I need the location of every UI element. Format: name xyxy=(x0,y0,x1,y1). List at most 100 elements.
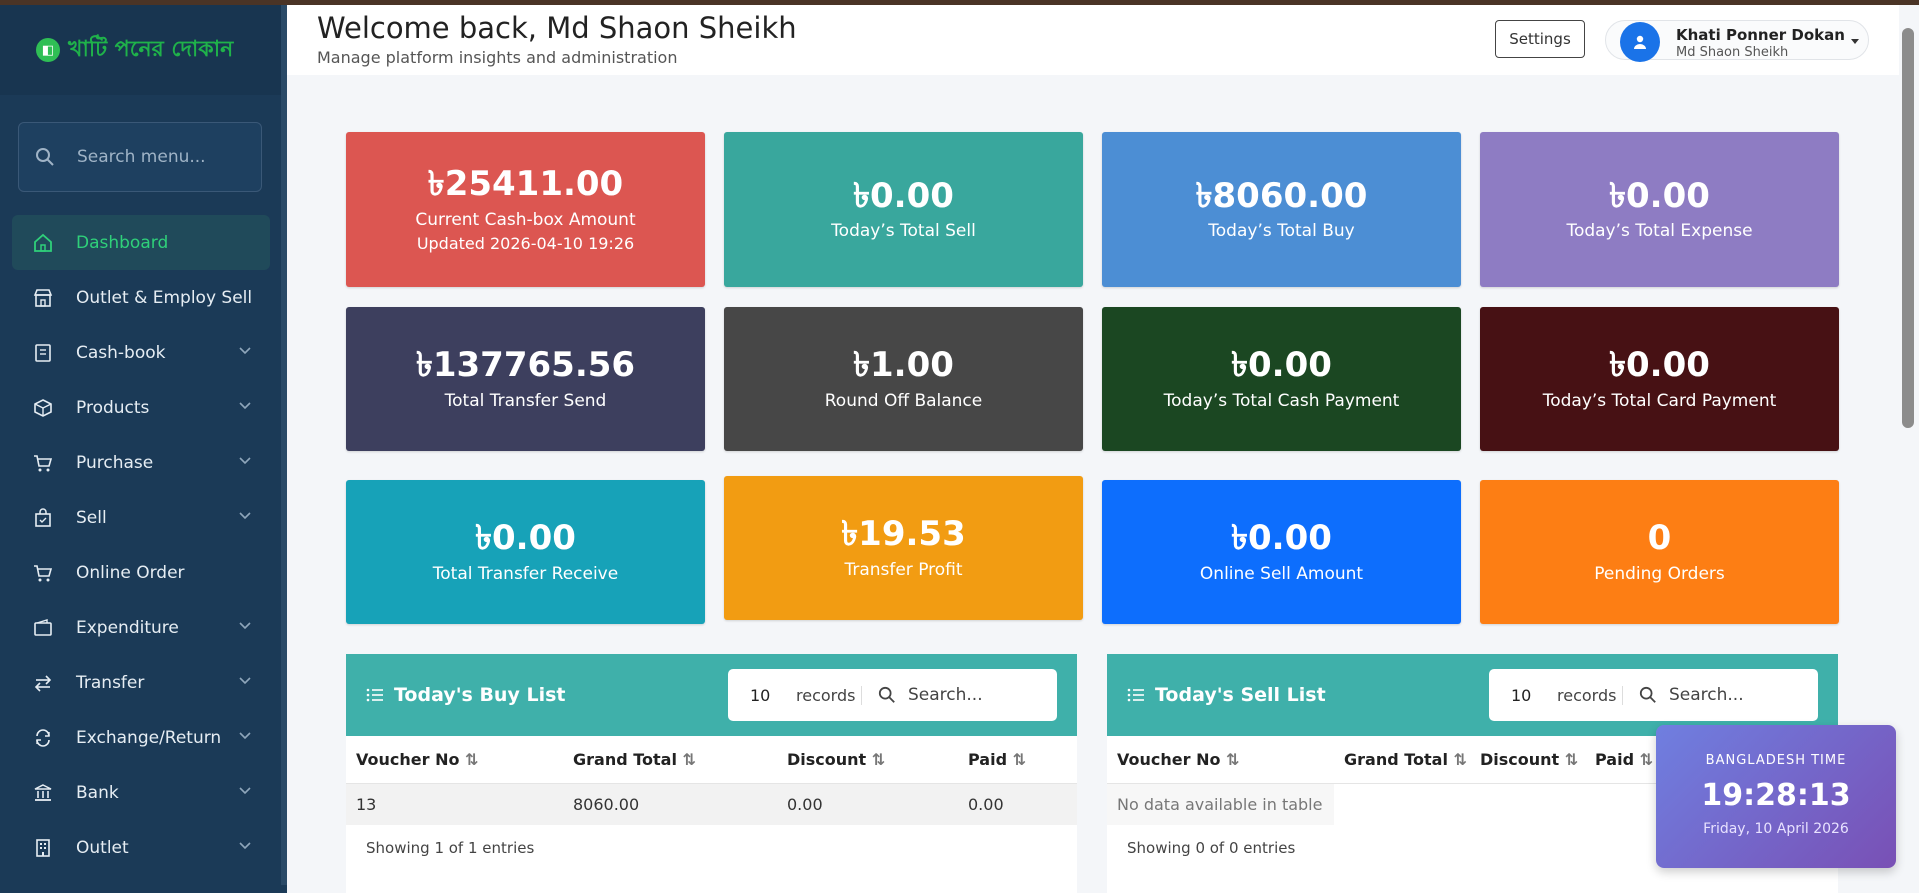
stat-label: Today’s Total Cash Payment xyxy=(1163,390,1400,411)
stat-card-pending-orders[interactable]: 0 Pending Orders xyxy=(1480,480,1839,624)
stat-card-total-expense[interactable]: ৳0.00 Today’s Total Expense xyxy=(1480,132,1839,287)
clock-time: 19:28:13 xyxy=(1701,778,1851,813)
home-icon xyxy=(32,232,54,254)
stat-card-round-off[interactable]: ৳1.00 Round Off Balance xyxy=(724,307,1083,451)
settings-button[interactable]: Settings xyxy=(1495,20,1585,58)
sidebar-item-purchase[interactable]: Purchase xyxy=(12,435,270,490)
cell-voucher-no: 13 xyxy=(346,783,563,825)
sidebar-item-products[interactable]: Products xyxy=(12,380,270,435)
stat-card-transfer-receive[interactable]: ৳0.00 Total Transfer Receive xyxy=(346,480,705,624)
stat-value: ৳0.00 xyxy=(1609,175,1710,216)
cart-icon xyxy=(32,562,54,584)
stat-card-transfer-send[interactable]: ৳137765.56 Total Transfer Send xyxy=(346,307,705,451)
stat-value: ৳0.00 xyxy=(1231,345,1332,386)
column-header-discount[interactable]: Discount ⇅ xyxy=(777,736,958,784)
stat-card-card-payment[interactable]: ৳0.00 Today’s Total Card Payment xyxy=(1480,307,1839,451)
sell-list-toolbar: 10 records Search... xyxy=(1489,669,1818,721)
sidebar-item-label: Exchange/Return xyxy=(76,727,222,748)
chevron-down-icon xyxy=(239,457,251,465)
table-header-row: Voucher No ⇅ Grand Total ⇅ Discount ⇅ Pa… xyxy=(346,736,1077,784)
stat-value: ৳8060.00 xyxy=(1195,175,1368,216)
sidebar: ◧ খাটি পনের দোকান Search menu... Dashboa… xyxy=(0,5,287,893)
buy-list-search-input[interactable]: Search... xyxy=(862,685,983,705)
sidebar-item-label: Sell xyxy=(76,507,107,528)
list-icon xyxy=(1127,688,1144,702)
cell-discount: 0.00 xyxy=(777,783,958,825)
search-icon xyxy=(36,148,54,166)
sort-icon: ⇅ xyxy=(1012,749,1027,769)
records-per-page-select[interactable]: 10 xyxy=(1489,686,1543,705)
page-title: Welcome back, Md Shaon Sheikh xyxy=(317,11,797,45)
shop-icon: ◧ xyxy=(36,38,60,62)
column-header-grand-total[interactable]: Grand Total ⇅ xyxy=(1334,736,1470,784)
buy-list-footer: Showing 1 of 1 entries xyxy=(366,839,535,857)
stat-label: Round Off Balance xyxy=(824,390,983,411)
sidebar-item-label: Bank xyxy=(76,782,119,803)
box-icon xyxy=(32,397,54,419)
cell-paid: 0.00 xyxy=(958,783,1077,825)
sidebar-item-exchange-return[interactable]: Exchange/Return xyxy=(12,710,270,765)
profile-user-name: Md Shaon Sheikh xyxy=(1676,45,1789,60)
cell-grand-total: 8060.00 xyxy=(563,783,777,825)
sidebar-item-label: Online Order xyxy=(76,562,185,583)
sidebar-item-outlet[interactable]: Outlet xyxy=(12,820,270,875)
stat-card-total-buy[interactable]: ৳8060.00 Today’s Total Buy xyxy=(1102,132,1461,287)
page-scrollbar[interactable] xyxy=(1902,28,1914,428)
sidebar-item-label: Expenditure xyxy=(76,617,179,638)
buy-list-panel: Today's Buy List 10 records Search... Vo… xyxy=(346,654,1077,893)
stat-card-cash-payment[interactable]: ৳0.00 Today’s Total Cash Payment xyxy=(1102,307,1461,451)
profile-dropdown[interactable]: Khati Ponner Dokan Md Shaon Sheikh xyxy=(1605,20,1869,62)
table-row[interactable]: 13 8060.00 0.00 0.00 xyxy=(346,783,1077,825)
sell-list-search-input[interactable]: Search... xyxy=(1623,685,1744,705)
stat-label: Today’s Total Card Payment xyxy=(1542,390,1777,411)
sort-icon: ⇅ xyxy=(682,749,696,769)
sidebar-item-label: Dashboard xyxy=(76,232,169,253)
stat-value: 0 xyxy=(1647,518,1672,559)
cart-icon xyxy=(32,452,54,474)
stat-card-transfer-profit[interactable]: ৳19.53 Transfer Profit xyxy=(724,476,1083,620)
stat-label: Today’s Total Expense xyxy=(1566,221,1753,242)
bangladesh-time-widget: BANGLADESH TIME 19:28:13 Friday, 10 Apri… xyxy=(1656,725,1896,868)
sell-list-title: Today's Sell List xyxy=(1155,684,1326,706)
stat-label: Today’s Total Buy xyxy=(1208,221,1355,242)
stat-value: ৳0.00 xyxy=(853,175,954,216)
stat-card-total-sell[interactable]: ৳0.00 Today’s Total Sell xyxy=(724,132,1083,287)
column-header-discount[interactable]: Discount ⇅ xyxy=(1470,736,1585,784)
sidebar-item-dashboard[interactable]: Dashboard xyxy=(12,215,270,270)
stat-updated-time: Updated 2026-04-10 19:26 xyxy=(416,233,635,253)
sidebar-item-outlet-employ-sell[interactable]: Outlet & Employ Sell xyxy=(12,270,270,325)
search-icon xyxy=(878,686,895,703)
chevron-down-icon xyxy=(239,347,251,355)
records-label: records xyxy=(782,685,862,705)
buy-list-title: Today's Buy List xyxy=(394,684,566,706)
search-icon xyxy=(1639,686,1656,703)
column-header-paid[interactable]: Paid ⇅ xyxy=(958,736,1077,784)
sort-icon: ⇅ xyxy=(1226,749,1240,769)
sidebar-menu: Dashboard Outlet & Employ Sell Cash-book… xyxy=(12,215,270,875)
book-icon xyxy=(32,342,54,364)
brand-logo[interactable]: ◧ খাটি পনের দোকান xyxy=(0,5,287,95)
sidebar-search-input[interactable]: Search menu... xyxy=(18,122,262,192)
column-header-voucher-no[interactable]: Voucher No ⇅ xyxy=(1107,736,1334,784)
sort-icon: ⇅ xyxy=(1564,749,1579,769)
sidebar-item-transfer[interactable]: Transfer xyxy=(12,655,270,710)
stat-card-cash-box[interactable]: ৳25411.00 Current Cash-box Amount Update… xyxy=(346,132,705,287)
records-per-page-select[interactable]: 10 xyxy=(728,686,782,705)
sidebar-item-label: Transfer xyxy=(76,672,145,693)
sidebar-item-bank[interactable]: Bank xyxy=(12,765,270,820)
sidebar-item-cash-book[interactable]: Cash-book xyxy=(12,325,270,380)
search-placeholder: Search... xyxy=(908,685,983,705)
stat-label: Current Cash-box Amount xyxy=(415,209,636,230)
stat-label: Total Transfer Receive xyxy=(432,563,619,584)
column-header-grand-total[interactable]: Grand Total ⇅ xyxy=(563,736,777,784)
sidebar-item-sell[interactable]: Sell xyxy=(12,490,270,545)
empty-table-message: No data available in table xyxy=(1107,783,1334,825)
stat-value: ৳0.00 xyxy=(475,518,576,559)
sidebar-item-online-order[interactable]: Online Order xyxy=(12,545,270,600)
sort-icon: ⇅ xyxy=(1639,749,1654,769)
column-header-voucher-no[interactable]: Voucher No ⇅ xyxy=(346,736,563,784)
refresh-icon xyxy=(32,727,54,749)
sidebar-item-expenditure[interactable]: Expenditure xyxy=(12,600,270,655)
stat-card-online-sell[interactable]: ৳0.00 Online Sell Amount xyxy=(1102,480,1461,624)
buy-list-header: Today's Buy List 10 records Search... xyxy=(346,654,1077,736)
